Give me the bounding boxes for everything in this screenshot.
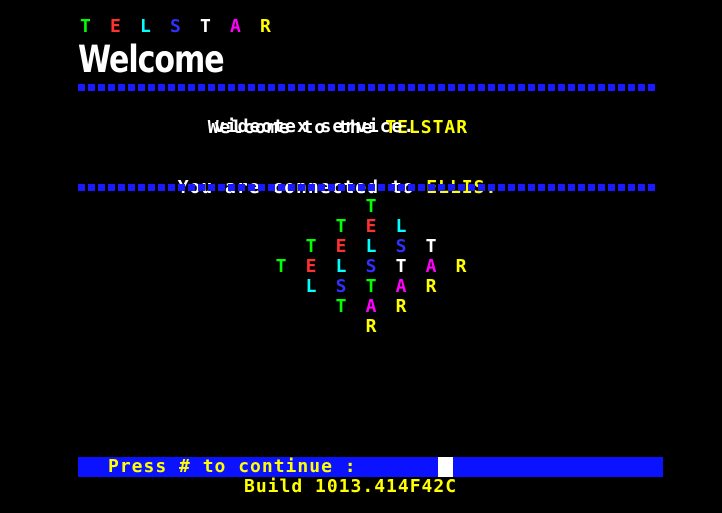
logo-letter-t2: T [200, 16, 211, 37]
diamond-letter-t: T [365, 276, 377, 297]
diamond-letter-s: S [365, 256, 377, 277]
logo-letter-a: A [230, 16, 241, 37]
diamond-letter-l: L [305, 276, 317, 297]
page-title: Welcome [78, 38, 225, 82]
diamond-letter-r: R [395, 296, 407, 317]
logo-letter-s: S [170, 16, 181, 37]
diamond-letter-a: A [395, 276, 407, 297]
logo-letter-r: R [260, 16, 271, 37]
diamond-letter-r: R [365, 316, 377, 337]
logo-letter-e: E [110, 16, 121, 37]
input-cursor[interactable] [438, 457, 453, 477]
diamond-letter-t: T [365, 196, 377, 217]
diamond-letter-a: A [425, 256, 437, 277]
diamond-letter-t: T [275, 256, 287, 277]
diamond-letter-l: L [395, 216, 407, 237]
diamond-letter-e: E [335, 236, 347, 257]
connected-line: You are connected to ELLIS. [154, 156, 497, 198]
diamond-letter-l: L [365, 236, 377, 257]
logo-letter-l: L [140, 16, 151, 37]
diamond-letter-s: S [395, 236, 407, 257]
diamond-letter-e: E [305, 256, 317, 277]
diamond-letter-r: R [425, 276, 437, 297]
diamond-letter-t: T [395, 256, 407, 277]
logo-letter-t1: T [80, 16, 91, 37]
diamond-letter-t: T [335, 216, 347, 237]
build-version: Build 1013.414F42C [244, 476, 458, 497]
diamond-letter-t: T [335, 296, 347, 317]
continue-prompt: Press # to continue : [108, 456, 357, 477]
diamond-letter-r: R [455, 256, 467, 277]
diamond-letter-l: L [335, 256, 347, 277]
top-divider [78, 84, 658, 91]
diamond-letter-t: T [305, 236, 317, 257]
diamond-letter-a: A [365, 296, 377, 317]
bottom-divider [78, 184, 658, 191]
diamond-letter-s: S [335, 276, 347, 297]
diamond-letter-e: E [365, 216, 377, 237]
service-line: videotex service. [214, 116, 416, 137]
diamond-letter-t: T [425, 236, 437, 257]
